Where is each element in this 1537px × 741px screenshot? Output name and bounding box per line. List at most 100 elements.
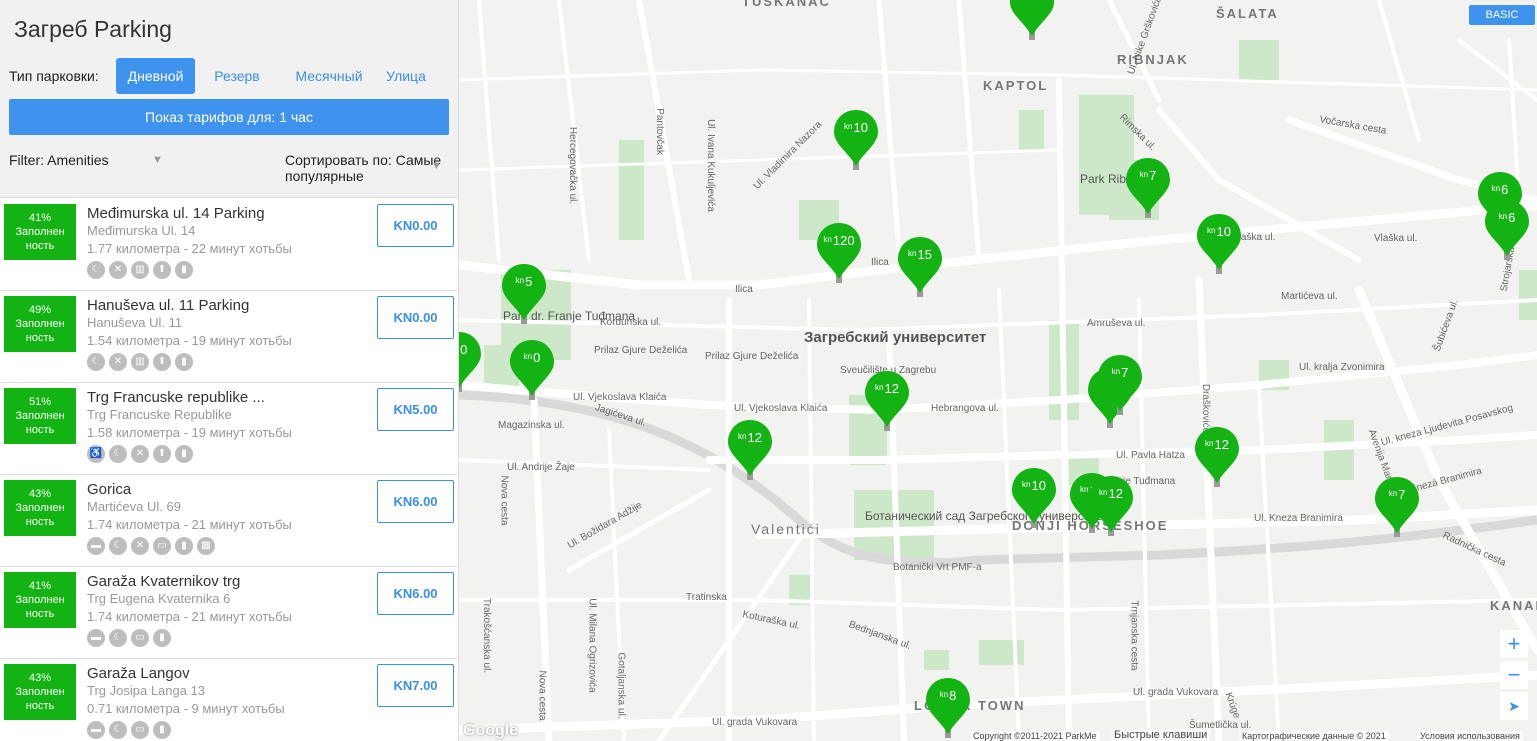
price-button[interactable]: KN5.00 xyxy=(377,388,454,431)
amenity-icon: ▭ xyxy=(153,537,171,555)
map-pin-icon xyxy=(1375,477,1419,537)
keyboard-shortcuts-link[interactable]: Быстрые клавиши xyxy=(1111,729,1211,741)
parking-pin[interactable]: kn7 xyxy=(1124,156,1172,220)
amenities-filter-dropdown[interactable]: Filter: Amenities xyxy=(9,152,169,168)
zoom-out-button[interactable]: − xyxy=(1500,661,1528,689)
parking-pin[interactable]: kn12 xyxy=(1193,425,1241,489)
pin-price: 12 xyxy=(747,430,762,445)
parking-pin[interactable]: kn0 xyxy=(508,338,556,402)
amenity-icon: ☾ xyxy=(87,261,105,279)
occupancy-badge: 43% Заполнен ность xyxy=(4,664,76,720)
tab-daily[interactable]: Дневной xyxy=(116,58,195,94)
price-button[interactable]: KN6.00 xyxy=(377,572,454,615)
pin-price: 5 xyxy=(525,274,533,289)
parking-address: Trg Francuske Republike xyxy=(87,407,232,422)
list-item[interactable]: 43% Заполнен ность Gorica Martićeva Ul. 69 1… xyxy=(0,475,458,567)
pin-currency: kn xyxy=(939,690,949,699)
parking-pin[interactable]: kn15 xyxy=(896,235,944,299)
pin-currency: kn xyxy=(875,383,884,392)
amenity-icon: ▩ xyxy=(197,537,215,555)
parking-name[interactable]: Hanuševa ul. 11 Parking xyxy=(87,297,249,314)
amenity-icon: ▬ xyxy=(87,629,105,647)
pin-price-label: kn10 xyxy=(1010,478,1058,493)
map-pin-icon xyxy=(1195,427,1239,487)
parking-pin[interactable]: kn0 xyxy=(459,330,483,394)
pin-price-label: kn15 xyxy=(896,247,944,262)
parking-pin[interactable]: kn6 xyxy=(1483,198,1531,262)
pin-price-label: kn12 xyxy=(1087,486,1135,501)
list-item[interactable]: 41% Заполнен ность Međimurska ul. 14 Parki… xyxy=(0,199,458,291)
parking-name[interactable]: Garaža Langov xyxy=(87,665,190,682)
pin-price: 10 xyxy=(1031,478,1046,493)
locate-icon[interactable]: ➤ xyxy=(1500,692,1528,720)
parking-name[interactable]: Međimurska ul. 14 Parking xyxy=(87,205,265,222)
pin-currency: kn xyxy=(1022,480,1031,489)
occupancy-label: Заполнен ность xyxy=(15,594,65,620)
map-view[interactable]: TUŠKANAC ŠALATA KAPTOL RIBNJAK Valentići… xyxy=(459,0,1537,741)
sort-label: Сортировать по: Самые популярные xyxy=(285,152,442,184)
pin-price: 12 xyxy=(1108,486,1123,501)
amenity-icons: ▬ ☾ ✕ ▭ ▮ ▩ xyxy=(87,537,219,555)
amenity-icons: ☾ ✕ ▥ ⬆ ▮ xyxy=(87,353,197,371)
parking-pin[interactable]: kn120 xyxy=(815,221,863,285)
parking-pin[interactable]: kn12 xyxy=(1087,474,1135,538)
list-item[interactable]: 41% Заполнен ность Garaža Kvaternikov trg T… xyxy=(0,567,458,659)
price-button[interactable]: KN6.00 xyxy=(377,480,454,523)
parking-distance: 1.54 километра - 19 минут хотьбы xyxy=(87,333,292,348)
list-item[interactable]: 43% Заполнен ность Garaža Langov Trg Josipa… xyxy=(0,659,458,741)
amenity-icon: ☾ xyxy=(109,445,127,463)
parking-pin[interactable]: kn12 xyxy=(726,418,774,482)
pin-price-label: kn xyxy=(1008,0,1056,5)
parking-distance: 1.77 километра - 22 минут хотьбы xyxy=(87,241,292,256)
amenity-icon: ▮ xyxy=(175,445,193,463)
rate-duration-button[interactable]: Показ тарифов для: 1 час xyxy=(9,99,449,135)
zoom-in-button[interactable]: + xyxy=(1500,630,1528,658)
amenity-icon: ▮ xyxy=(175,353,193,371)
tab-street[interactable]: Улица xyxy=(380,58,432,94)
sort-dropdown[interactable]: Сортировать по: Самые популярные xyxy=(285,152,445,184)
amenity-icon: ▬ xyxy=(87,537,105,555)
pin-currency: kn xyxy=(1139,170,1149,179)
parking-pin[interactable]: kn12 xyxy=(863,369,911,433)
parking-pin[interactable]: kn7 xyxy=(1373,475,1421,539)
occupancy-percent: 41% xyxy=(28,212,52,224)
parking-name[interactable]: Gorica xyxy=(87,481,131,498)
parking-name[interactable]: Trg Francuske republike ... xyxy=(87,389,265,406)
parking-address: Martićeva Ul. 69 xyxy=(87,499,181,514)
pin-price-label: kn0 xyxy=(508,350,556,365)
parking-name[interactable]: Garaža Kvaternikov trg xyxy=(87,573,240,590)
list-item[interactable]: 49% Заполнен ность Hanuševa ul. 11 Parking… xyxy=(0,291,458,383)
pin-price-label: kn7 xyxy=(1373,487,1421,502)
parking-pin[interactable]: kn10 xyxy=(832,108,880,172)
price-button[interactable]: KN0.00 xyxy=(377,204,454,247)
tab-reserve[interactable]: Резерв xyxy=(204,58,270,94)
occupancy-label: Заполнен ность xyxy=(15,686,65,712)
tab-monthly[interactable]: Месячный xyxy=(284,58,374,94)
parking-pin[interactable]: kn xyxy=(1008,0,1056,42)
amenity-icons: ▬ ☾ ▭ ▮ xyxy=(87,721,175,739)
price-button[interactable]: KN0.00 xyxy=(377,296,454,339)
pin-price: 6 xyxy=(1508,210,1516,225)
parking-pin[interactable]: kn8 xyxy=(924,676,972,740)
filter-panel: Загреб Parking Тип парковки: Дневной Рез… xyxy=(0,0,458,198)
pin-price: 6 xyxy=(1501,182,1509,197)
pin-currency: kn xyxy=(1491,184,1501,193)
map-style-button[interactable]: BASIC xyxy=(1469,5,1535,25)
occupancy-percent: 43% xyxy=(28,488,52,500)
parking-pin[interactable]: kn5 xyxy=(500,262,548,326)
pin-price: 10 xyxy=(1216,224,1231,239)
parking-distance: 0.71 километра - 9 минут хотьбы xyxy=(87,701,285,716)
pin-price-label: kn5 xyxy=(500,274,548,289)
pin-price-label: kn6 xyxy=(1483,210,1531,225)
amenity-icon: ☾ xyxy=(87,353,105,371)
price-button[interactable]: KN7.00 xyxy=(377,664,454,707)
parking-pin[interactable]: kn10 xyxy=(1195,212,1243,276)
pin-price-label: kn7 xyxy=(1124,168,1172,183)
list-item[interactable]: 51% Заполнен ность Trg Francuske republike… xyxy=(0,383,458,475)
terms-link[interactable]: Условия использования xyxy=(1417,731,1523,741)
occupancy-badge: 41% Заполнен ность xyxy=(4,204,76,260)
map-data-attribution: Картографические данные © 2021 xyxy=(1239,731,1389,741)
map-pin-icon xyxy=(1012,468,1056,528)
parking-pin[interactable]: kn7 xyxy=(1096,353,1144,417)
parking-pin[interactable]: kn10 xyxy=(1010,466,1058,530)
